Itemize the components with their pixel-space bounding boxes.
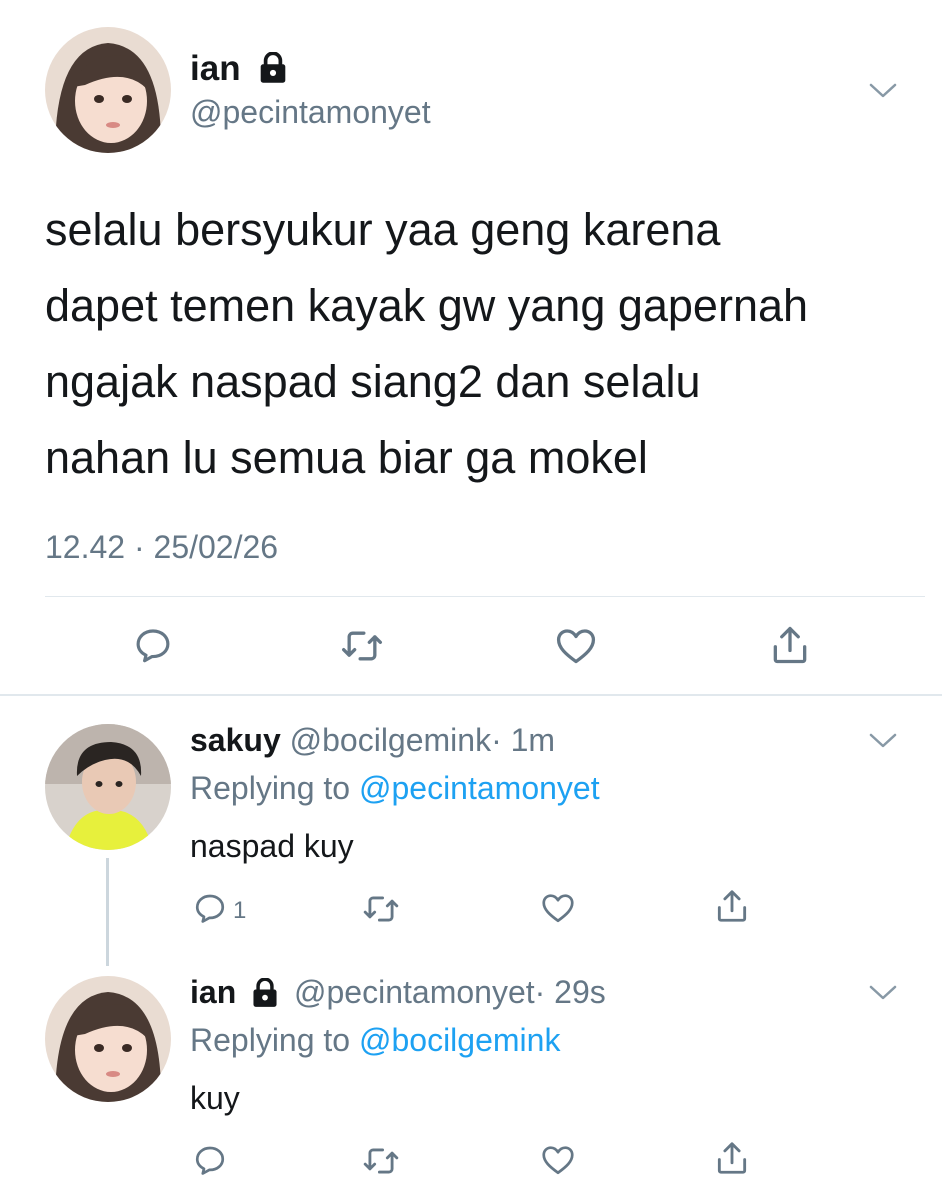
tweet-text-line: nahan lu semua biar ga mokel: [45, 432, 648, 483]
lock-icon: [251, 976, 279, 1007]
reply-text: kuy: [190, 1080, 240, 1116]
reply-time[interactable]: · 1m: [491, 722, 555, 758]
author-name[interactable]: ian: [190, 49, 241, 88]
avatar[interactable]: [45, 724, 171, 850]
replying-to-link[interactable]: @pecintamonyet: [359, 770, 600, 806]
reply-icon[interactable]: [192, 1142, 228, 1178]
heart-icon[interactable]: [539, 1142, 577, 1178]
divider: [0, 694, 942, 696]
chevron-down-icon[interactable]: [868, 80, 898, 100]
tweet-text: selalu bersyukur yaa geng karena dapet t…: [45, 192, 808, 496]
chevron-down-icon[interactable]: [868, 982, 898, 1002]
replying-to-label: Replying to: [190, 1022, 359, 1058]
divider: [45, 596, 925, 597]
tweet-text-line: dapet temen kayak gw yang gapernah: [45, 280, 809, 331]
tweet-text-line: selalu bersyukur yaa geng karena: [45, 204, 721, 255]
author-name[interactable]: sakuy: [190, 722, 281, 758]
reply-text: naspad kuy: [190, 828, 354, 864]
retweet-icon[interactable]: [340, 624, 384, 668]
tweet-text-line: ngajak naspad siang2 dan selalu: [45, 356, 701, 407]
reply-icon[interactable]: [192, 890, 228, 926]
retweet-icon[interactable]: [362, 1142, 400, 1180]
reply-time[interactable]: · 29s: [535, 974, 606, 1010]
replying-to-link[interactable]: @bocilgemink: [359, 1022, 560, 1058]
author-handle[interactable]: @pecintamonyet: [294, 974, 535, 1010]
chevron-down-icon[interactable]: [868, 730, 898, 750]
share-icon[interactable]: [768, 622, 812, 668]
avatar[interactable]: [45, 976, 171, 1102]
share-icon[interactable]: [713, 1138, 751, 1178]
lock-icon: [258, 51, 288, 84]
thread-line: [106, 858, 109, 966]
replying-to-label: Replying to: [190, 770, 359, 806]
heart-icon[interactable]: [539, 890, 577, 926]
share-icon[interactable]: [713, 886, 751, 926]
avatar[interactable]: [45, 27, 171, 153]
author-handle[interactable]: @bocilgemink: [290, 722, 491, 758]
author-name[interactable]: ian: [190, 974, 236, 1010]
heart-icon[interactable]: [553, 624, 599, 668]
retweet-icon[interactable]: [362, 890, 400, 928]
author-handle[interactable]: @pecintamonyet: [190, 92, 431, 132]
reply-count: 1: [233, 897, 247, 924]
tweet-timestamp[interactable]: 12.42 · 25/02/26: [45, 527, 278, 567]
reply-icon[interactable]: [132, 624, 174, 666]
